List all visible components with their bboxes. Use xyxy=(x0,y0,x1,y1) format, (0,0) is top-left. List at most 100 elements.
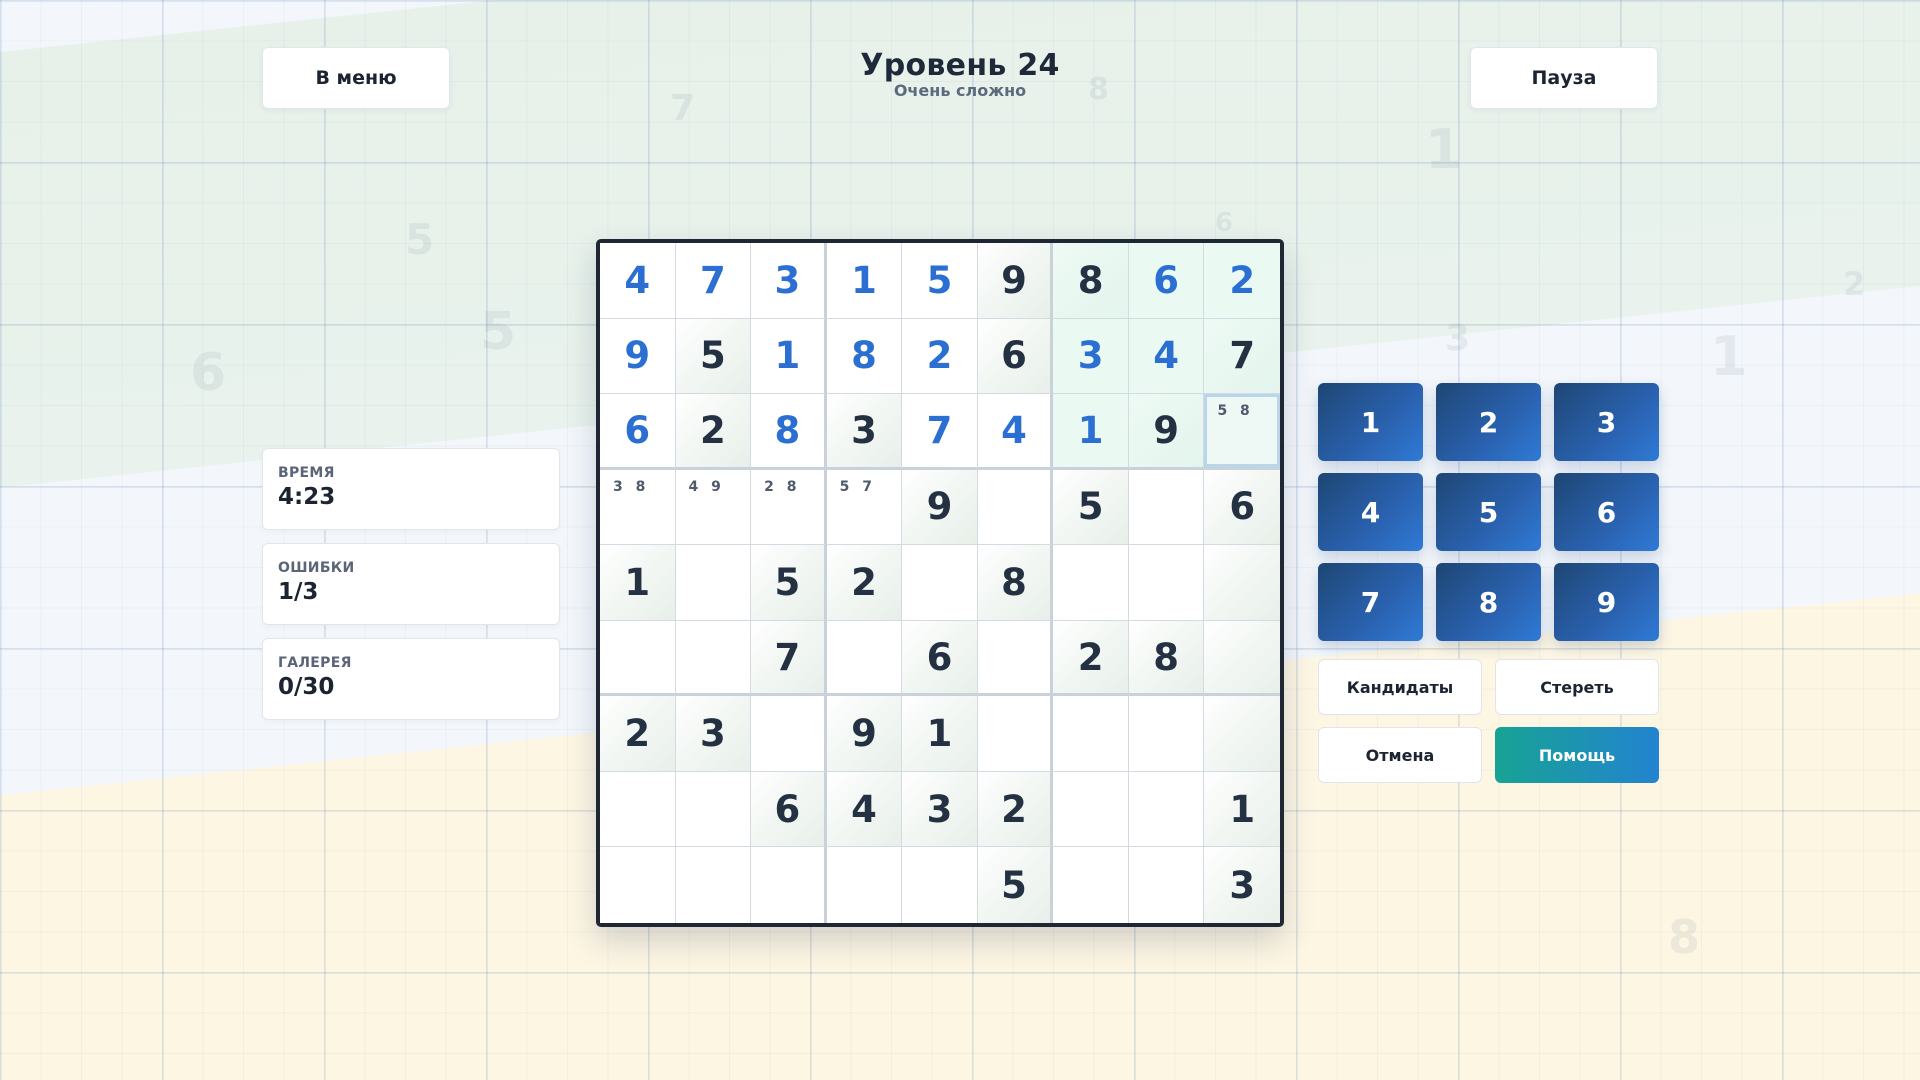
number-button-5[interactable]: 5 xyxy=(1436,473,1541,551)
sudoku-cell[interactable]: 2 8 xyxy=(751,469,827,546)
sudoku-cell[interactable]: 6 xyxy=(751,771,827,848)
sudoku-cell[interactable] xyxy=(977,469,1054,546)
sudoku-cell[interactable]: 3 8 xyxy=(600,469,676,546)
sudoku-cell[interactable] xyxy=(1204,620,1280,697)
sudoku-cell[interactable]: 6 xyxy=(600,394,676,470)
cell-value: 3 xyxy=(926,787,953,831)
number-button-9[interactable]: 9 xyxy=(1554,563,1659,641)
sudoku-cell[interactable]: 5 xyxy=(675,318,752,395)
sudoku-cell[interactable]: 3 xyxy=(1053,318,1129,395)
sudoku-cell[interactable] xyxy=(1053,847,1129,923)
sudoku-cell[interactable] xyxy=(977,696,1054,772)
number-button-7[interactable]: 7 xyxy=(1318,563,1423,641)
sudoku-cell[interactable] xyxy=(1053,545,1129,621)
sudoku-cell[interactable]: 4 xyxy=(1128,318,1205,395)
sudoku-cell[interactable]: 5 xyxy=(751,545,827,621)
sudoku-cell[interactable]: 4 xyxy=(826,771,903,848)
sudoku-cell[interactable]: 8 xyxy=(751,394,827,470)
sudoku-cell[interactable]: 5 7 xyxy=(826,469,903,546)
sudoku-cell[interactable] xyxy=(675,620,752,697)
sudoku-cell[interactable]: 1 xyxy=(1204,771,1280,848)
sudoku-cell[interactable] xyxy=(751,696,827,772)
sudoku-cell[interactable]: 7 xyxy=(902,394,978,470)
sudoku-cell[interactable]: 5 xyxy=(977,847,1054,923)
sudoku-cell[interactable]: 9 xyxy=(977,243,1054,319)
sudoku-cell[interactable]: 2 xyxy=(826,545,903,621)
sudoku-cell[interactable] xyxy=(1128,771,1205,848)
sudoku-cell[interactable]: 4 9 xyxy=(675,469,752,546)
number-button-6[interactable]: 6 xyxy=(1554,473,1659,551)
sudoku-cell[interactable]: 1 xyxy=(600,545,676,621)
sudoku-cell[interactable] xyxy=(1204,545,1280,621)
cell-value: 8 xyxy=(851,334,877,378)
sudoku-cell[interactable]: 3 xyxy=(826,394,903,470)
sudoku-cell[interactable]: 7 xyxy=(1204,318,1280,395)
sudoku-cell[interactable]: 2 xyxy=(1053,620,1129,697)
cell-value: 3 xyxy=(1077,334,1104,378)
erase-button[interactable]: Стереть xyxy=(1495,659,1659,715)
sudoku-cell[interactable]: 9 xyxy=(826,696,903,772)
sudoku-cell[interactable] xyxy=(1128,545,1205,621)
sudoku-cell[interactable]: 8 xyxy=(826,318,903,395)
help-button[interactable]: Помощь xyxy=(1495,727,1659,783)
sudoku-cell[interactable]: 3 xyxy=(751,243,827,319)
sudoku-cell[interactable] xyxy=(902,545,978,621)
sudoku-cell[interactable]: 8 xyxy=(1128,620,1205,697)
sudoku-cell[interactable]: 5 xyxy=(902,243,978,319)
sudoku-cell[interactable] xyxy=(675,771,752,848)
sudoku-cell[interactable]: 9 xyxy=(600,318,676,395)
sudoku-cell[interactable]: 8 xyxy=(1053,243,1129,319)
sudoku-cell[interactable]: 6 xyxy=(977,318,1054,395)
sudoku-cell[interactable]: 2 xyxy=(977,771,1054,848)
pause-button[interactable]: Пауза xyxy=(1470,47,1658,109)
sudoku-cell[interactable]: 6 xyxy=(1204,469,1280,546)
number-button-1[interactable]: 1 xyxy=(1318,383,1423,461)
sudoku-cell[interactable]: 1 xyxy=(902,696,978,772)
sudoku-cell[interactable] xyxy=(1053,771,1129,848)
sudoku-cell[interactable]: 2 xyxy=(600,696,676,772)
sudoku-cell[interactable]: 6 xyxy=(902,620,978,697)
sudoku-cell[interactable]: 8 xyxy=(977,545,1054,621)
number-button-8[interactable]: 8 xyxy=(1436,563,1541,641)
sudoku-cell[interactable] xyxy=(1053,696,1129,772)
number-button-4[interactable]: 4 xyxy=(1318,473,1423,551)
sudoku-cell[interactable]: 3 xyxy=(1204,847,1280,923)
sudoku-cell[interactable]: 4 xyxy=(977,394,1054,470)
sudoku-cell[interactable]: 2 xyxy=(675,394,752,470)
sudoku-cell[interactable] xyxy=(1128,696,1205,772)
sudoku-cell[interactable] xyxy=(675,545,752,621)
sudoku-cell[interactable]: 3 xyxy=(675,696,752,772)
sudoku-cell[interactable] xyxy=(600,847,676,923)
sudoku-cell[interactable]: 1 xyxy=(1053,394,1129,470)
sudoku-cell[interactable]: 1 xyxy=(826,243,903,319)
sudoku-cell[interactable] xyxy=(600,620,676,697)
sudoku-cell[interactable] xyxy=(1204,696,1280,772)
sudoku-cell[interactable]: 7 xyxy=(751,620,827,697)
sudoku-cell[interactable] xyxy=(902,847,978,923)
sudoku-cell[interactable]: 3 xyxy=(902,771,978,848)
sudoku-cell[interactable]: 2 xyxy=(1204,243,1280,319)
sudoku-cell[interactable] xyxy=(826,620,903,697)
sudoku-cell[interactable] xyxy=(826,847,903,923)
sudoku-cell[interactable]: 9 xyxy=(902,469,978,546)
sudoku-cell[interactable] xyxy=(675,847,752,923)
number-button-2[interactable]: 2 xyxy=(1436,383,1541,461)
menu-button[interactable]: В меню xyxy=(262,47,450,109)
sudoku-cell[interactable] xyxy=(1128,469,1205,546)
sudoku-cell[interactable]: 2 xyxy=(902,318,978,395)
sudoku-cell[interactable]: 1 xyxy=(751,318,827,395)
sudoku-cell[interactable]: 5 8 xyxy=(1204,394,1280,470)
sudoku-cell[interactable]: 5 xyxy=(1053,469,1129,546)
sudoku-cell[interactable]: 4 xyxy=(600,243,676,319)
undo-button[interactable]: Отмена xyxy=(1318,727,1482,783)
sudoku-cell[interactable] xyxy=(751,847,827,923)
sudoku-cell[interactable] xyxy=(977,620,1054,697)
sudoku-cell[interactable]: 6 xyxy=(1128,243,1205,319)
cell-value: 2 xyxy=(851,560,877,604)
sudoku-cell[interactable] xyxy=(600,771,676,848)
sudoku-cell[interactable]: 7 xyxy=(675,243,752,319)
sudoku-cell[interactable]: 9 xyxy=(1128,394,1205,470)
number-button-3[interactable]: 3 xyxy=(1554,383,1659,461)
sudoku-cell[interactable] xyxy=(1128,847,1205,923)
candidates-button[interactable]: Кандидаты xyxy=(1318,659,1482,715)
